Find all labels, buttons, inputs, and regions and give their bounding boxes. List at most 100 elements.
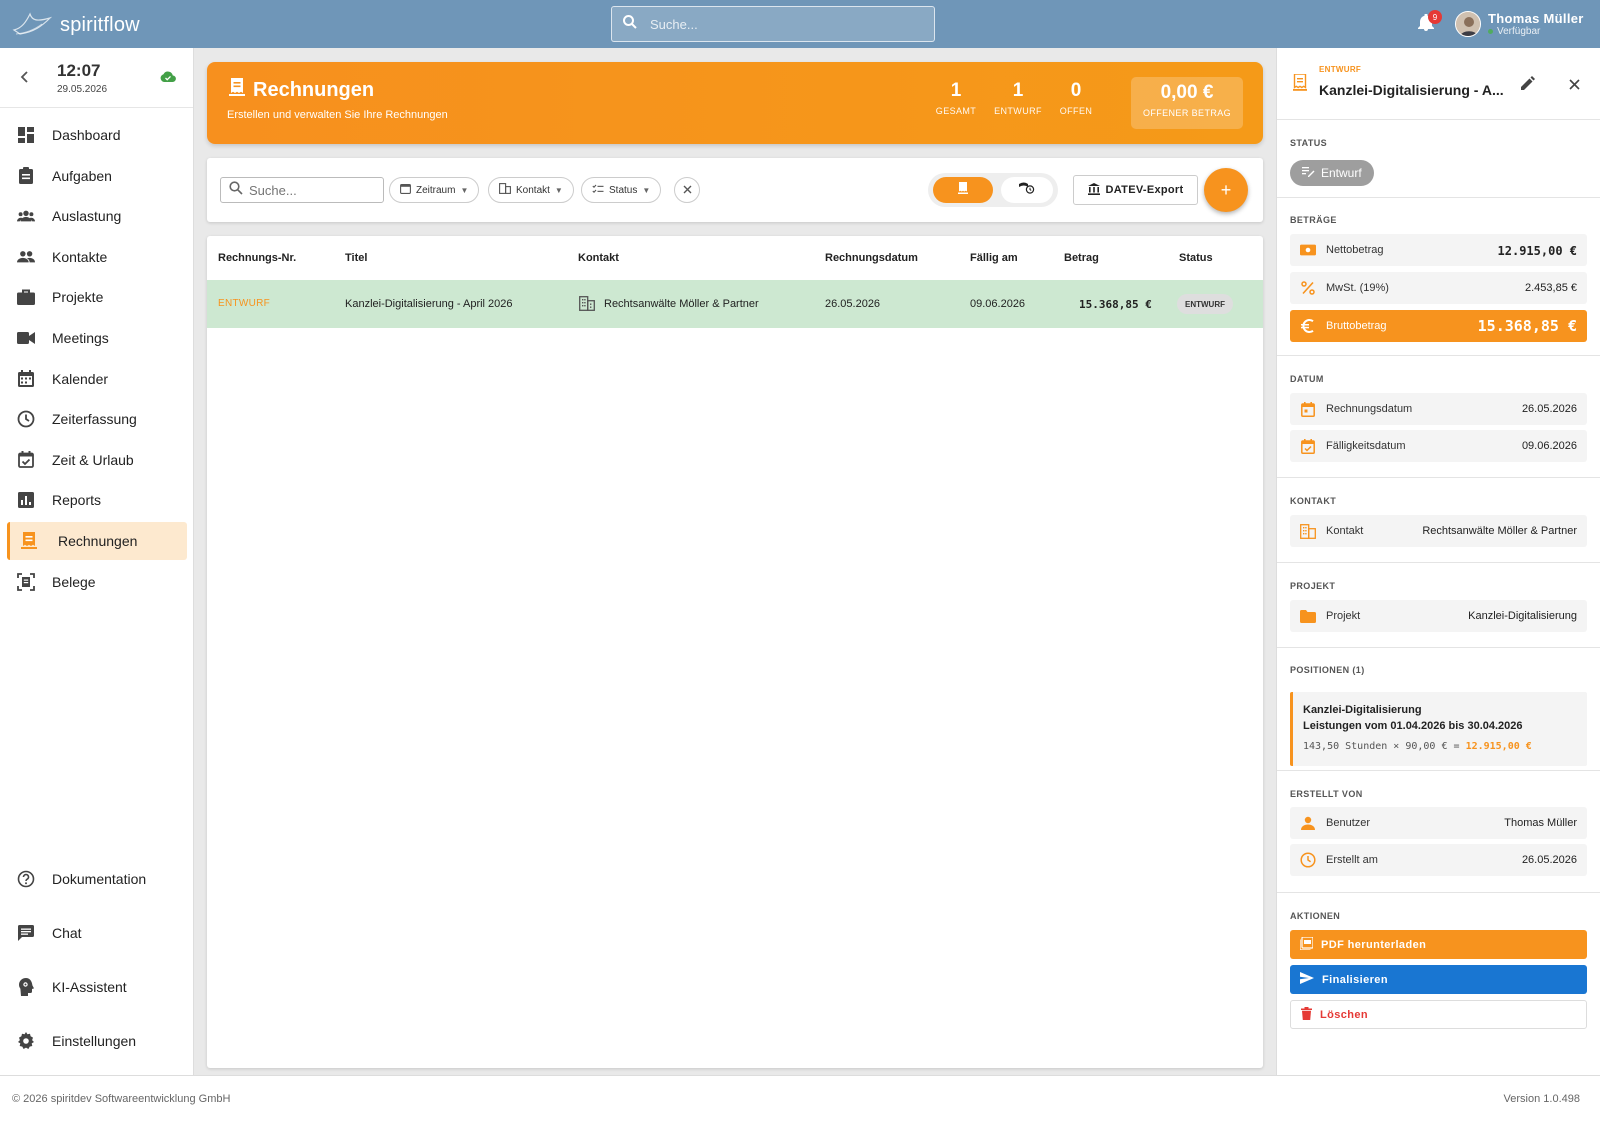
invoice-number: ENTWURF	[218, 298, 271, 309]
created-at-label: Erstellt am	[1326, 854, 1378, 866]
copyright: © 2026 spiritdev Softwareentwicklung Gmb…	[12, 1093, 231, 1105]
sidebar-item-auslastung[interactable]: Auslastung	[7, 197, 187, 235]
sidebar-item-chat[interactable]: Chat	[7, 914, 187, 952]
filter-status-label: Status	[609, 184, 638, 196]
settings-icon	[17, 1032, 35, 1050]
sidebar-item-dokumentation[interactable]: Dokumentation	[7, 860, 187, 898]
add-invoice-button[interactable]: +	[1204, 168, 1248, 212]
group-icon	[17, 207, 35, 225]
filter-status-chip[interactable]: Status ▼	[581, 177, 662, 203]
user-menu[interactable]: Thomas Müller Verfügbar	[1488, 11, 1584, 37]
pencil-icon	[1521, 76, 1535, 90]
psychology-icon	[17, 978, 35, 996]
global-search-input[interactable]	[650, 16, 910, 32]
delete-button[interactable]: Löschen	[1290, 1000, 1587, 1029]
contact-value: Rechtsanwälte Möller & Partner	[1422, 525, 1577, 537]
project-row[interactable]: Projekt Kanzlei-Digitalisierung	[1290, 600, 1587, 632]
sidebar-item-dashboard[interactable]: Dashboard	[7, 116, 187, 154]
bar-chart-icon	[17, 491, 35, 509]
view-toggle	[928, 173, 1058, 207]
user-status-label: Verfügbar	[1497, 26, 1541, 37]
column-header[interactable]: Status	[1179, 252, 1213, 264]
column-header[interactable]: Rechnungs-Nr.	[218, 252, 296, 264]
project-section: PROJEKT Projekt Kanzlei-Digitalisierung	[1277, 563, 1600, 648]
actions-section: AKTIONEN PDF herunterladen Finalisieren …	[1277, 893, 1600, 1075]
collapse-sidebar-button[interactable]	[20, 70, 30, 86]
sidebar-item-projekte[interactable]: Projekte	[7, 278, 187, 316]
money-icon	[1300, 242, 1316, 258]
sidebar-item-ki-assistent[interactable]: KI-Assistent	[7, 968, 187, 1006]
page-header: Rechnungen Erstellen und verwalten Sie I…	[207, 62, 1263, 144]
user-name: Thomas Müller	[1488, 11, 1584, 26]
column-header[interactable]: Betrag	[1064, 252, 1099, 264]
datev-export-button[interactable]: DATEV-Export	[1073, 175, 1198, 205]
stat-label: ENTWURF	[994, 106, 1042, 116]
invoice-contact: Rechtsanwälte Möller & Partner	[604, 298, 759, 310]
page-title-text: Rechnungen	[253, 78, 375, 101]
column-header[interactable]: Kontakt	[578, 252, 619, 264]
document-scan-icon	[17, 572, 35, 591]
sidebar-item-belege[interactable]: Belege	[7, 563, 187, 601]
invoice-due-date: 09.06.2026	[970, 298, 1026, 310]
invoice-table: Rechnungs-Nr. Titel Kontakt Rechnungsdat…	[207, 236, 1263, 1068]
sidebar-item-aufgaben[interactable]: Aufgaben	[7, 157, 187, 195]
view-invoices-toggle[interactable]	[933, 177, 993, 203]
sidebar-nav: Dashboard Aufgaben Auslastung Kontakte P…	[0, 116, 194, 603]
column-header[interactable]: Titel	[345, 252, 367, 264]
sidebar-item-zeiterfassung[interactable]: Zeiterfassung	[7, 400, 187, 438]
user-row: Benutzer Thomas Müller	[1290, 807, 1587, 839]
net-amount-label: Nettobetrag	[1326, 244, 1384, 256]
invoice-search[interactable]	[220, 177, 384, 203]
sidebar: 12:07 29.05.2026 Dashboard Aufgaben Ausl…	[0, 48, 194, 1075]
caret-down-icon: ▼	[642, 185, 651, 195]
trash-icon	[1301, 1006, 1312, 1023]
stat-value: 0,00 €	[1160, 82, 1214, 103]
sidebar-item-label: Belege	[52, 573, 96, 590]
sidebar-item-meetings[interactable]: Meetings	[7, 319, 187, 357]
caret-down-icon: ▼	[460, 185, 469, 195]
clear-filters-button[interactable]	[674, 177, 700, 203]
gross-amount-row: Bruttobetrag 15.368,85 €	[1290, 310, 1587, 342]
sidebar-item-label: Aufgaben	[52, 167, 112, 184]
sidebar-item-rechnungen[interactable]: Rechnungen	[7, 521, 187, 560]
sidebar-item-kalender[interactable]: Kalender	[7, 360, 187, 398]
clipboard-icon	[17, 167, 35, 185]
status-dot-icon	[1488, 29, 1493, 34]
notification-badge: 9	[1428, 10, 1442, 24]
sidebar-item-einstellungen[interactable]: Einstellungen	[7, 1022, 187, 1060]
sidebar-item-label: Chat	[52, 925, 82, 941]
stat-total: 1 GESAMT	[933, 80, 979, 116]
table-row[interactable]: ENTWURF Kanzlei-Digitalisierung - April …	[207, 280, 1263, 328]
finalize-button[interactable]: Finalisieren	[1290, 965, 1587, 994]
filter-contact-chip[interactable]: Kontakt ▼	[488, 177, 574, 203]
position-card: Kanzlei-Digitalisierung Leistungen vom 0…	[1290, 692, 1587, 766]
sidebar-item-kontakte[interactable]: Kontakte	[7, 238, 187, 276]
invoice-date: 26.05.2026	[825, 298, 881, 310]
user-status: Verfügbar	[1488, 26, 1584, 37]
edit-button[interactable]	[1521, 76, 1535, 95]
notifications-button[interactable]: 9	[1418, 10, 1442, 37]
position-title: Kanzlei-Digitalisierung	[1303, 704, 1422, 716]
brand[interactable]: spiritflow	[12, 8, 140, 43]
people-icon	[17, 248, 35, 266]
created-at-row: Erstellt am 26.05.2026	[1290, 844, 1587, 876]
filter-period-chip[interactable]: Zeitraum ▼	[389, 177, 480, 203]
clock-icon	[17, 410, 35, 428]
stat-draft: 1 ENTWURF	[992, 80, 1044, 116]
sidebar-item-zeit-urlaub[interactable]: Zeit & Urlaub	[7, 441, 187, 479]
send-icon	[1300, 972, 1314, 987]
pdf-download-button[interactable]: PDF herunterladen	[1290, 930, 1587, 959]
invoice-search-input[interactable]	[249, 182, 369, 198]
column-header[interactable]: Rechnungsdatum	[825, 252, 918, 264]
avatar[interactable]	[1455, 11, 1481, 37]
contact-row[interactable]: Kontakt Rechtsanwälte Möller & Partner	[1290, 515, 1587, 547]
view-overdue-toggle[interactable]	[1001, 177, 1053, 203]
close-panel-button[interactable]	[1569, 77, 1580, 95]
building-icon	[1300, 523, 1316, 539]
global-search[interactable]	[611, 6, 935, 42]
column-header[interactable]: Fällig am	[970, 252, 1018, 264]
page-title: Rechnungen	[229, 78, 374, 102]
close-icon	[683, 183, 692, 197]
pdf-download-label: PDF herunterladen	[1321, 938, 1427, 951]
sidebar-item-reports[interactable]: Reports	[7, 481, 187, 519]
